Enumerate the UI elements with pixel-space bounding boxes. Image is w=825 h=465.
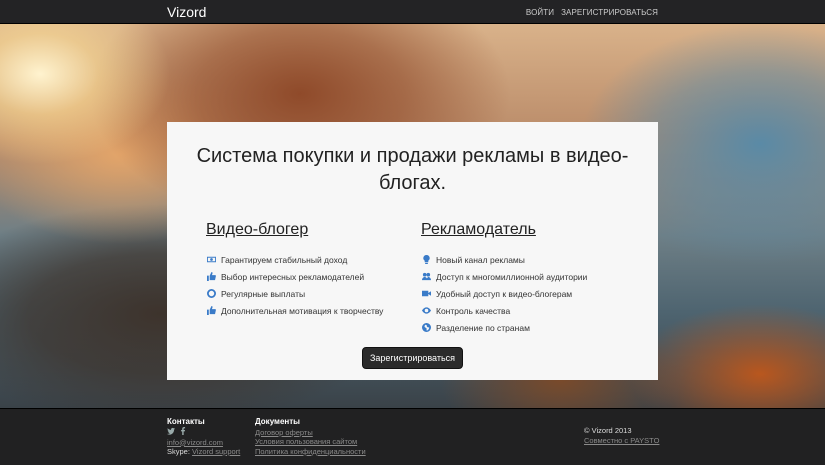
list-item-text: Регулярные выплаты	[221, 288, 306, 299]
facebook-icon[interactable]	[179, 427, 187, 438]
list-item: Разделение по странам	[421, 319, 641, 336]
globe-icon	[421, 323, 431, 333]
twitter-icon[interactable]	[167, 427, 175, 438]
footer-documents: Документы Договор оферты Условия пользов…	[255, 417, 366, 456]
list-item-text: Удобный доступ к видео-блогерам	[436, 288, 573, 299]
brand-logo[interactable]: Vizord	[167, 4, 206, 20]
hero-card: Система покупки и продажи рекламы в виде…	[167, 122, 658, 380]
blogger-heading: Видео-блогер	[206, 221, 309, 238]
list-item: Дополнительная мотивация к творчеству	[206, 302, 406, 319]
video-camera-icon	[421, 289, 431, 299]
copyright-text: © Vizord 2013	[584, 426, 632, 435]
list-item-text: Контроль качества	[436, 305, 511, 316]
nav-links: ВОЙТИ ЗАРЕГИСТРИРОВАТЬСЯ	[526, 8, 658, 17]
list-item-text: Новый канал рекламы	[436, 254, 525, 265]
skype-link[interactable]: Vizord support	[192, 447, 240, 457]
thumbs-up-icon	[206, 306, 216, 316]
skype-label: Skype:	[167, 447, 190, 456]
users-icon	[421, 272, 431, 282]
privacy-policy-link[interactable]: Политика конфиденциальности	[255, 447, 366, 457]
navbar: Vizord ВОЙТИ ЗАРЕГИСТРИРОВАТЬСЯ	[0, 0, 825, 24]
list-item: Контроль качества	[421, 302, 641, 319]
contact-email-link[interactable]: info@vizord.com	[167, 438, 223, 448]
list-item: Выбор интересных рекламодателей	[206, 268, 406, 285]
list-item: Гарантируем стабильный доход	[206, 251, 406, 268]
thumbs-up-icon	[206, 272, 216, 282]
terms-of-use-link[interactable]: Условия пользования сайтом	[255, 437, 357, 447]
list-item-text: Разделение по странам	[436, 322, 530, 333]
footer-contacts: Контакты info@vizord.com Skype: Vizord s…	[167, 417, 240, 457]
social-links	[167, 427, 240, 438]
list-item: Удобный доступ к видео-блогерам	[421, 285, 641, 302]
hero-title: Система покупки и продажи рекламы в виде…	[196, 145, 629, 194]
footer-copyright: © Vizord 2013 Совместно с PAYSTO	[584, 426, 659, 445]
nav-register-link[interactable]: ЗАРЕГИСТРИРОВАТЬСЯ	[561, 8, 658, 17]
lightbulb-icon	[421, 255, 431, 265]
list-item: Регулярные выплаты	[206, 285, 406, 302]
advertiser-heading: Рекламодатель	[421, 221, 536, 238]
list-item-text: Гарантируем стабильный доход	[221, 254, 348, 265]
list-item-text: Доступ к многомиллионной аудитории	[436, 271, 588, 282]
documents-heading: Документы	[255, 417, 300, 426]
advertiser-column: Рекламодатель Новый канал рекламы Доступ…	[421, 221, 641, 336]
list-item-text: Дополнительная мотивация к творчеству	[221, 305, 384, 316]
nav-login-link[interactable]: ВОЙТИ	[526, 8, 554, 17]
blogger-column: Видео-блогер Гарантируем стабильный дохо…	[206, 221, 406, 319]
money-icon	[206, 255, 216, 265]
hero-background: Система покупки и продажи рекламы в виде…	[0, 24, 825, 408]
circle-icon	[206, 289, 216, 299]
paysto-partner-link[interactable]: Совместно с PAYSTO	[584, 436, 659, 446]
list-item: Доступ к многомиллионной аудитории	[421, 268, 641, 285]
list-item-text: Выбор интересных рекламодателей	[221, 271, 365, 282]
contacts-heading: Контакты	[167, 417, 205, 426]
register-button[interactable]: Зарегистрироваться	[362, 347, 463, 369]
eye-icon	[421, 306, 431, 316]
footer: Контакты info@vizord.com Skype: Vizord s…	[0, 408, 825, 465]
list-item: Новый канал рекламы	[421, 251, 641, 268]
offer-agreement-link[interactable]: Договор оферты	[255, 428, 313, 438]
